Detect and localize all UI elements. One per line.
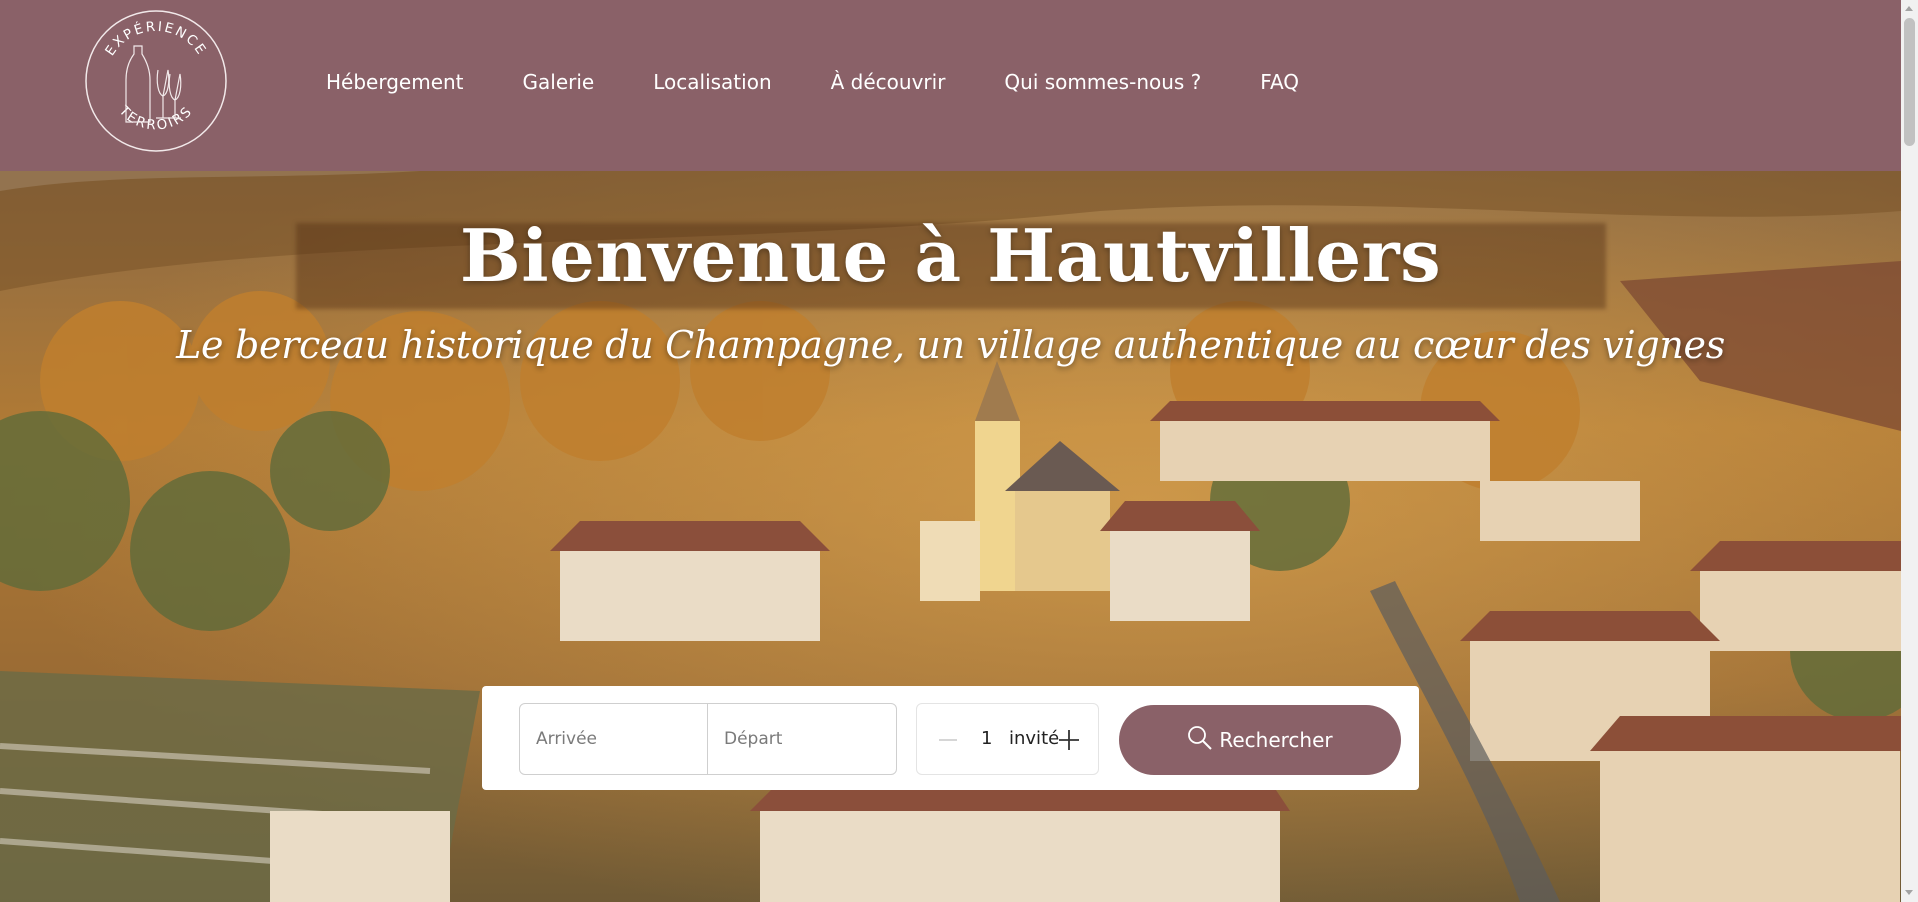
nav-a-decouvrir[interactable]: À découvrir xyxy=(831,70,946,94)
scrollbar-thumb[interactable] xyxy=(1904,18,1915,146)
hero-section: Bienvenue à Hautvillers Le berceau histo… xyxy=(0,171,1901,902)
date-range-picker xyxy=(519,703,897,775)
search-button-label: Rechercher xyxy=(1219,728,1333,752)
nav-hebergement[interactable]: Hébergement xyxy=(326,70,464,94)
experience-terroirs-logo[interactable]: EXPÉRIENCE TERROIRS xyxy=(84,10,228,152)
guest-count: 1 xyxy=(981,728,993,749)
nav-qui-sommes-nous[interactable]: Qui sommes-nous ? xyxy=(1004,70,1201,94)
arrival-date-input[interactable] xyxy=(520,704,708,774)
guest-stepper: 1 invité xyxy=(916,703,1099,775)
guest-label: invité xyxy=(1009,728,1060,749)
svg-text:EXPÉRIENCE: EXPÉRIENCE xyxy=(102,19,210,59)
plus-icon[interactable] xyxy=(1057,728,1081,752)
nav-faq[interactable]: FAQ xyxy=(1260,70,1299,94)
site-header: EXPÉRIENCE TERROIRS Hébergement Galerie … xyxy=(0,0,1901,171)
search-button[interactable]: Rechercher xyxy=(1119,705,1401,775)
svg-text:TERROIRS: TERROIRS xyxy=(115,102,196,134)
search-icon xyxy=(1187,725,1213,756)
hero-title: Bienvenue à Hautvillers xyxy=(459,213,1442,298)
page-scrollbar[interactable] xyxy=(1901,0,1918,902)
departure-date-input[interactable] xyxy=(708,704,896,774)
logo-text-bottom: TERROIRS xyxy=(115,102,194,134)
scroll-up-arrow-icon[interactable] xyxy=(1905,6,1913,11)
main-nav: Hébergement Galerie Localisation À décou… xyxy=(326,70,1299,94)
logo-text-top: EXPÉRIENCE xyxy=(102,19,207,59)
hero-subtitle: Le berceau historique du Champagne, un v… xyxy=(176,323,1725,367)
nav-galerie[interactable]: Galerie xyxy=(523,70,595,94)
booking-search-box: 1 invité Rechercher xyxy=(482,686,1419,790)
minus-icon[interactable] xyxy=(937,730,959,750)
nav-localisation[interactable]: Localisation xyxy=(653,70,771,94)
scroll-down-arrow-icon[interactable] xyxy=(1905,890,1913,895)
